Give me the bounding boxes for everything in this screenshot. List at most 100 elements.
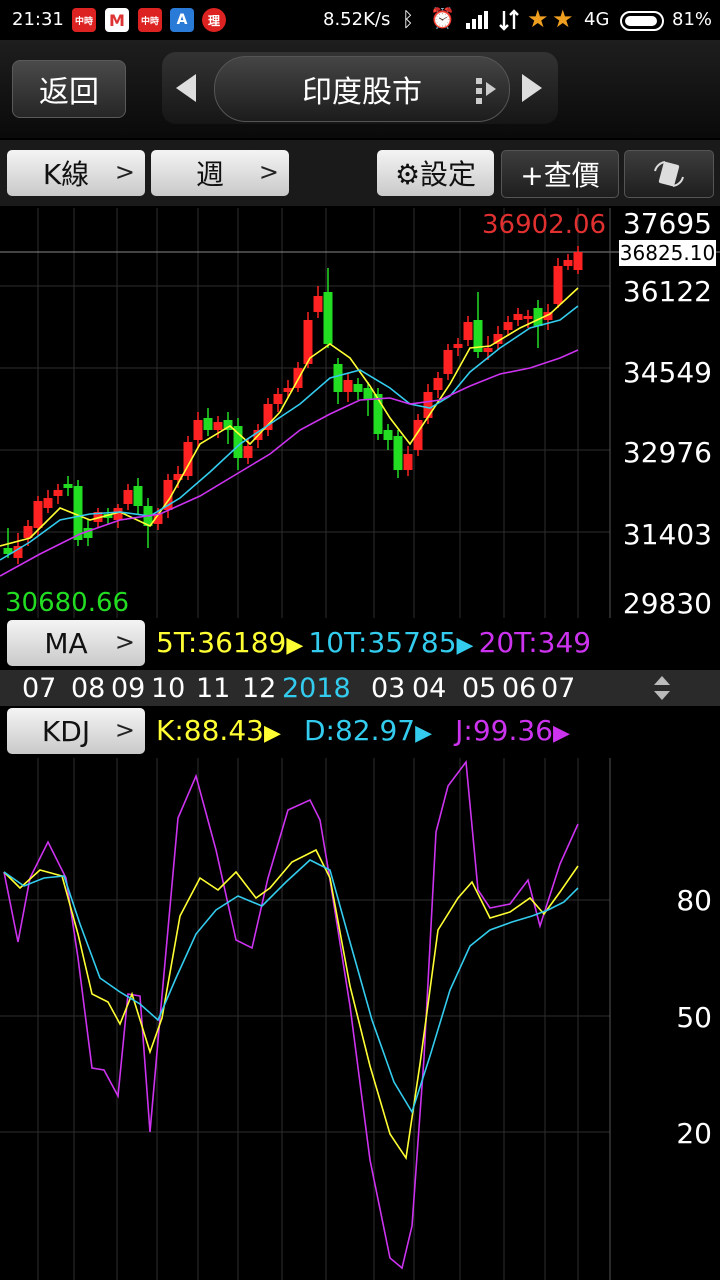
candle-body <box>403 454 413 470</box>
candle-body <box>363 388 373 400</box>
ma20-value: 20T:349 <box>478 626 592 659</box>
kdj-j-line <box>3 759 579 1270</box>
kline-type-button[interactable]: K線 > <box>7 150 145 196</box>
date-label: 10 <box>151 673 186 704</box>
date-label: 08 <box>71 673 106 704</box>
date-label: 12 <box>242 673 277 704</box>
candle-body <box>393 436 403 470</box>
gmail-icon: M <box>105 8 129 32</box>
candlestick-chart[interactable] <box>0 208 720 618</box>
candle-body <box>53 490 63 496</box>
candle-body <box>33 501 43 528</box>
ma-button-label: MA <box>44 626 88 660</box>
kline-type-label: K線 <box>42 158 90 191</box>
period-low-label: 30680.66 <box>5 588 130 618</box>
battery-level: 81% <box>672 9 713 30</box>
ma5-line <box>0 287 579 547</box>
ma-values: 5T:36189▶ 10T:35785▶ 20T:349 <box>156 626 610 666</box>
status-bar: 21:31 中時 M 中時 A 理 8.52K/s ᛒ ⏰ ★ ★ 4G 81% <box>0 0 720 40</box>
d-flag-icon: ▶ <box>415 721 433 746</box>
period-button[interactable]: 週 > <box>151 150 289 196</box>
page-title[interactable]: 印度股市 <box>214 56 510 122</box>
price-axis-label: 37695 <box>622 207 712 240</box>
chevron-right-icon: > <box>114 158 135 186</box>
candle-body <box>453 344 463 348</box>
candle-body <box>63 484 73 488</box>
candle-body <box>523 316 533 319</box>
quote-button[interactable]: +查價 <box>501 150 619 198</box>
price-axis-label: 32976 <box>622 436 712 469</box>
candle-body <box>73 486 83 540</box>
battery-icon <box>620 11 664 31</box>
candle-body <box>133 486 143 506</box>
kdj-button[interactable]: KDJ > <box>7 708 145 754</box>
kdj-k-value: K:88.43 <box>156 714 264 747</box>
china-times-app-icon: 中時 <box>72 8 96 32</box>
kdj-chart[interactable] <box>0 758 720 1280</box>
star-icon-2: ★ <box>552 5 574 33</box>
date-label-year: 2018 <box>282 673 351 704</box>
list-menu-icon[interactable] <box>476 74 498 104</box>
settings-button[interactable]: ⚙設定 <box>377 150 494 196</box>
date-label: 03 <box>371 673 406 704</box>
star-icon: ★ <box>527 5 549 33</box>
ma-indicator-row: MA > 5T:36189▶ 10T:35785▶ 20T:349 <box>0 618 610 670</box>
date-label: 06 <box>502 673 537 704</box>
candle-body <box>503 322 513 330</box>
candle-body <box>323 292 333 344</box>
signal-icon <box>466 11 488 29</box>
candle-body <box>423 392 433 418</box>
candle-body <box>563 260 573 266</box>
period-high-label: 36902.06 <box>482 210 607 240</box>
status-time: 21:31 <box>12 9 64 30</box>
chevron-right-icon: > <box>258 158 279 186</box>
date-label: 09 <box>111 673 146 704</box>
date-label: 04 <box>412 673 447 704</box>
ma10-value: 10T:35785 <box>308 626 457 659</box>
ma10-line <box>0 305 579 561</box>
candle-body <box>383 430 393 440</box>
back-button[interactable]: 返回 <box>12 60 126 118</box>
j-flag-icon: ▶ <box>553 721 570 746</box>
candle-body <box>243 446 253 458</box>
kdj-k-line <box>3 848 579 1161</box>
alarm-icon: ⏰ <box>430 6 455 30</box>
rotate-icon <box>654 161 684 187</box>
candle-body <box>483 348 493 352</box>
kdj-d-value: D:82.97 <box>303 714 416 747</box>
resize-handle-icon[interactable] <box>652 674 672 702</box>
kdj-j-value: J:99.36 <box>455 714 553 747</box>
kdj-axis-label: 80 <box>676 884 712 917</box>
data-transfer-icon <box>499 9 519 31</box>
candle-body <box>213 422 223 430</box>
candle-body <box>343 380 353 392</box>
header: 返回 印度股市 <box>0 40 720 138</box>
bluetooth-icon: ᛒ <box>402 7 414 31</box>
network-speed: 8.52K/s <box>323 9 391 30</box>
app-store-icon: A <box>170 8 194 32</box>
candle-body <box>573 252 583 270</box>
date-label: 05 <box>462 673 497 704</box>
candle-body <box>313 296 323 312</box>
ma-button[interactable]: MA > <box>7 620 145 666</box>
date-axis: 07 08 09 10 11 12 2018 03 04 05 06 07 <box>0 670 720 706</box>
ma5-flag-icon: ▶ <box>286 633 304 658</box>
price-axis-label: 31403 <box>622 518 712 551</box>
network-type: 4G <box>584 9 610 30</box>
kdj-values: K:88.43▶ D:82.97▶ J:99.36▶ <box>156 714 610 754</box>
date-label: 07 <box>541 673 576 704</box>
candle-body <box>123 490 133 504</box>
next-arrow-icon[interactable] <box>522 74 542 102</box>
candle-body <box>413 420 423 450</box>
rotate-screen-button[interactable] <box>624 150 714 198</box>
previous-arrow-icon[interactable] <box>176 74 196 102</box>
date-label: 11 <box>196 673 231 704</box>
toolbar: K線 > 週 > ⚙設定 +查價 <box>0 140 720 206</box>
current-price-marker: 36825.10 <box>619 240 716 266</box>
candle-body <box>193 420 203 440</box>
period-label: 週 <box>195 158 224 191</box>
candle-body <box>433 378 443 390</box>
candle-body <box>333 364 343 392</box>
date-label: 07 <box>22 673 57 704</box>
ma5-value: 5T:36189 <box>156 626 287 659</box>
